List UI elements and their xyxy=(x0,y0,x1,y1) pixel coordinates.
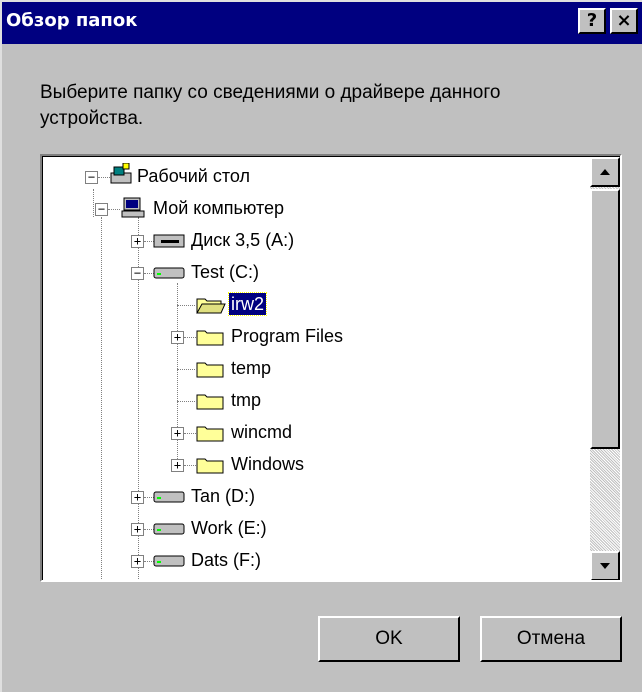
tree-label: Диск 3,5 (A:) xyxy=(191,230,295,250)
tree-item-my-computer[interactable]: − Мой компьютер xyxy=(43,197,443,229)
tree-item-drive-e[interactable]: + Work (E:) xyxy=(43,517,443,549)
desktop-icon xyxy=(110,163,132,184)
expand-toggle[interactable]: + xyxy=(131,555,144,568)
tree-item-program-files[interactable]: + Program Files xyxy=(43,325,443,357)
tree-label-my-computer: Мой компьютер xyxy=(153,198,285,218)
expand-toggle[interactable]: + xyxy=(131,235,144,248)
scrollbar-thumb[interactable] xyxy=(590,189,620,449)
hard-drive-icon xyxy=(153,267,185,279)
tree-label: Dats (F:) xyxy=(191,550,261,570)
instruction-text: Выберите папку со сведениями о драйвере … xyxy=(40,80,600,132)
arrow-up-icon xyxy=(600,169,610,175)
tree-label: temp xyxy=(231,358,272,378)
instruction-line-1: Выберите папку со сведениями о драйвере … xyxy=(40,82,501,103)
scroll-down-button[interactable] xyxy=(590,551,620,580)
help-button[interactable]: ? xyxy=(578,8,606,34)
browse-folder-dialog: Обзор папок ? × Выберите папку со сведен… xyxy=(0,0,642,692)
tree-item-drive-d[interactable]: + Tan (D:) xyxy=(43,485,443,517)
tree-item-drive-c[interactable]: − Test (C:) xyxy=(43,261,443,293)
tree-label-selected: irw2 xyxy=(227,292,268,316)
scroll-up-button[interactable] xyxy=(590,157,620,187)
tree-item-windows[interactable]: + Windows xyxy=(43,453,443,485)
collapse-toggle[interactable]: − xyxy=(95,203,108,216)
tree-item-temp[interactable]: temp xyxy=(43,357,443,389)
collapse-toggle[interactable]: − xyxy=(85,171,98,184)
expand-toggle[interactable]: + xyxy=(171,331,184,344)
tree-label: wincmd xyxy=(231,422,293,442)
hard-drive-icon xyxy=(153,523,185,535)
tree-item-floppy-a[interactable]: + Диск 3,5 (A:) xyxy=(43,229,443,261)
tree-label: Windows xyxy=(231,454,305,474)
open-folder-icon xyxy=(196,298,226,314)
arrow-down-icon xyxy=(600,563,610,569)
computer-icon xyxy=(121,197,145,218)
title-bar[interactable]: Обзор папок ? × xyxy=(2,2,642,44)
tree-label: tmp xyxy=(231,390,262,410)
tree-item-desktop[interactable]: − Рабочий стол xyxy=(43,163,443,197)
hard-drive-icon xyxy=(153,491,185,503)
folder-icon xyxy=(196,458,224,474)
cancel-button[interactable]: Отмена xyxy=(480,616,622,662)
tree-item-drive-f[interactable]: + Dats (F:) xyxy=(43,549,443,580)
expand-toggle[interactable]: + xyxy=(131,523,144,536)
tree-label: Tan (D:) xyxy=(191,486,256,506)
tree-item-tmp[interactable]: tmp xyxy=(43,389,443,421)
ok-button[interactable]: OK xyxy=(318,616,460,662)
folder-icon xyxy=(196,330,224,346)
folder-icon xyxy=(196,394,224,410)
tree-item-irw2[interactable]: irw2 xyxy=(43,292,443,325)
vertical-scrollbar[interactable] xyxy=(590,157,620,580)
window-title: Обзор папок xyxy=(6,10,138,31)
folder-tree[interactable]: − Рабочий стол − Мой компьютер + Диск 3,… xyxy=(40,154,622,582)
tree-item-wincmd[interactable]: + wincmd xyxy=(43,421,443,453)
close-button[interactable]: × xyxy=(610,8,638,34)
folder-icon xyxy=(196,362,224,378)
hard-drive-icon xyxy=(153,555,185,567)
tree-label: Test (C:) xyxy=(191,262,260,282)
floppy-drive-icon xyxy=(153,234,185,248)
tree-label: Program Files xyxy=(231,326,344,346)
expand-toggle[interactable]: + xyxy=(171,459,184,472)
expand-toggle[interactable]: + xyxy=(171,427,184,440)
collapse-toggle[interactable]: − xyxy=(131,267,144,280)
tree-label-desktop: Рабочий стол xyxy=(137,166,250,186)
tree-label: Work (E:) xyxy=(191,518,267,538)
folder-icon xyxy=(196,426,224,442)
expand-toggle[interactable]: + xyxy=(131,491,144,504)
instruction-line-2: устройства. xyxy=(40,108,144,129)
